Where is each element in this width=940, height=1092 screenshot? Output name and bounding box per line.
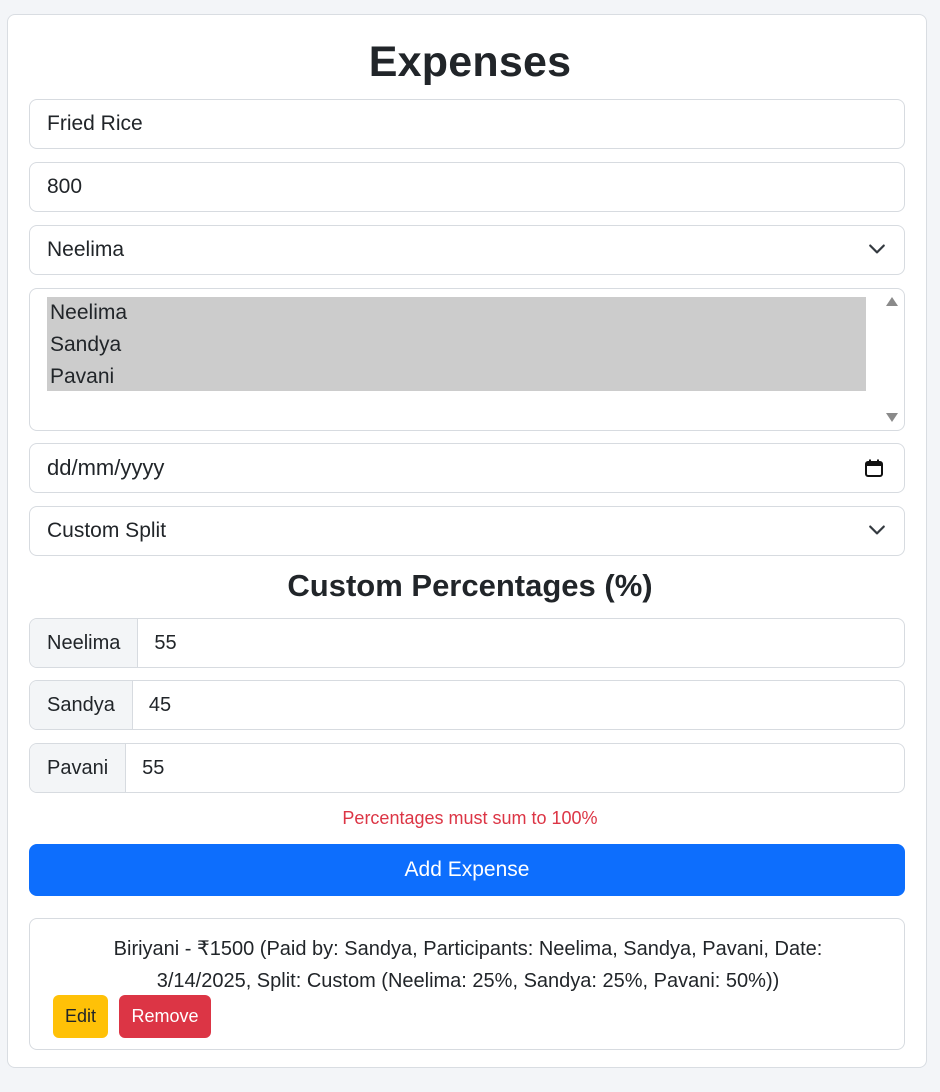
percentage-row-neelima: Neelima 55	[29, 618, 905, 668]
paid-by-selected: Neelima	[47, 238, 125, 261]
participant-option[interactable]: Pavani	[47, 361, 866, 393]
description-value: Fried Rice	[47, 112, 143, 135]
split-type-selected: Custom Split	[47, 519, 167, 542]
participant-option[interactable]: Neelima	[47, 297, 866, 329]
percentage-error-message: Percentages must sum to 100%	[342, 808, 598, 828]
remove-button[interactable]: Remove	[119, 995, 211, 1038]
expense-details: Biriyani - ₹1500 (Paid by: Sandya, Parti…	[113, 938, 823, 992]
participant-label: Pavani	[30, 744, 127, 792]
paid-by-select[interactable]: Neelima	[29, 225, 905, 275]
scroll-down-arrow-icon[interactable]	[885, 412, 899, 424]
percentage-input[interactable]: 45	[133, 681, 904, 729]
date-input[interactable]: dd/mm/yyyy	[29, 443, 905, 493]
page-title: Expenses	[368, 38, 572, 86]
scroll-up-arrow-icon[interactable]	[885, 295, 899, 307]
participants-options: Neelima Sandya Pavani	[47, 297, 866, 391]
calendar-icon[interactable]	[864, 458, 884, 478]
participant-label: Neelima	[30, 619, 139, 667]
percentage-row-sandya: Sandya 45	[29, 680, 905, 730]
split-type-select[interactable]: Custom Split	[29, 506, 905, 556]
amount-input[interactable]: 800	[29, 162, 905, 212]
expense-list-item: Biriyani - ₹1500 (Paid by: Sandya, Parti…	[29, 918, 905, 1050]
percentage-input[interactable]: 55	[126, 744, 904, 792]
chevron-down-icon	[869, 525, 885, 535]
participant-label: Sandya	[30, 681, 133, 729]
chevron-down-icon	[869, 244, 885, 254]
percentage-row-pavani: Pavani 55	[29, 743, 905, 793]
add-expense-button[interactable]: Add Expense	[29, 844, 905, 896]
date-placeholder: dd/mm/yyyy	[47, 455, 165, 480]
percentage-input[interactable]: 55	[138, 619, 904, 667]
edit-button[interactable]: Edit	[53, 995, 108, 1038]
participant-option[interactable]: Sandya	[47, 329, 866, 361]
participants-multiselect[interactable]: Neelima Sandya Pavani	[29, 288, 905, 431]
amount-value: 800	[47, 175, 83, 198]
custom-percentages-heading: Custom Percentages (%)	[287, 568, 653, 603]
description-input[interactable]: Fried Rice	[29, 99, 905, 149]
